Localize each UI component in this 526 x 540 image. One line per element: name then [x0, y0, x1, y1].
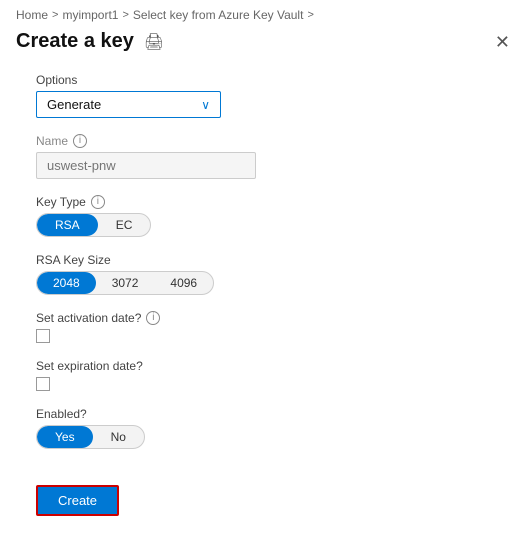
key-size-2048[interactable]: 2048 — [37, 272, 96, 294]
activation-date-label: Set activation date? i — [36, 311, 490, 325]
create-button[interactable]: Create — [36, 485, 119, 516]
enabled-no[interactable]: No — [93, 426, 144, 448]
panel-header: Create a key 🖨 ✕ — [0, 22, 526, 53]
form-footer: Create — [0, 465, 526, 516]
breadcrumb-home[interactable]: Home — [16, 8, 48, 22]
breadcrumb-myimport[interactable]: myimport1 — [62, 8, 118, 22]
expiration-date-label: Set expiration date? — [36, 359, 490, 373]
key-size-3072[interactable]: 3072 — [96, 272, 155, 294]
breadcrumb-sep-1: > — [52, 9, 58, 21]
activation-date-checkbox[interactable] — [36, 329, 50, 343]
key-type-label: Key Type i — [36, 195, 490, 209]
breadcrumb-selectkey[interactable]: Select key from Azure Key Vault — [133, 8, 304, 22]
page-title: Create a key — [16, 30, 134, 53]
name-input[interactable] — [36, 152, 256, 179]
activation-date-group: Set activation date? i — [36, 311, 490, 343]
print-icon[interactable]: 🖨 — [144, 32, 164, 52]
key-type-ec[interactable]: EC — [98, 214, 151, 236]
enabled-label: Enabled? — [36, 407, 490, 421]
expiration-date-checkbox[interactable] — [36, 377, 50, 391]
create-key-panel: Home > myimport1 > Select key from Azure… — [0, 0, 526, 540]
key-type-group: Key Type i RSA EC — [36, 195, 490, 237]
key-type-toggle: RSA EC — [36, 213, 151, 237]
options-dropdown[interactable]: Generate ∨ — [36, 91, 221, 118]
rsa-key-size-group: RSA Key Size 2048 3072 4096 — [36, 253, 490, 295]
close-icon[interactable]: ✕ — [495, 33, 510, 51]
enabled-group: Enabled? Yes No — [36, 407, 490, 449]
rsa-key-size-label: RSA Key Size — [36, 253, 490, 267]
form-body: Options Generate ∨ Name i Key Type i RSA — [0, 53, 526, 449]
activation-info-icon[interactable]: i — [146, 311, 160, 325]
enabled-yes[interactable]: Yes — [37, 426, 93, 448]
options-value: Generate — [47, 97, 101, 112]
header-left: Create a key 🖨 — [16, 30, 164, 53]
rsa-key-size-toggle: 2048 3072 4096 — [36, 271, 214, 295]
breadcrumb-sep-2: > — [122, 9, 128, 21]
breadcrumb-sep-3: > — [307, 9, 313, 21]
options-label: Options — [36, 73, 490, 87]
key-size-4096[interactable]: 4096 — [154, 272, 213, 294]
name-label: Name i — [36, 134, 490, 148]
key-type-rsa[interactable]: RSA — [37, 214, 98, 236]
name-info-icon[interactable]: i — [73, 134, 87, 148]
chevron-down-icon: ∨ — [201, 98, 210, 112]
breadcrumb: Home > myimport1 > Select key from Azure… — [0, 0, 526, 22]
expiration-date-group: Set expiration date? — [36, 359, 490, 391]
options-group: Options Generate ∨ — [36, 73, 490, 118]
name-group: Name i — [36, 134, 490, 179]
enabled-toggle: Yes No — [36, 425, 145, 449]
key-type-info-icon[interactable]: i — [91, 195, 105, 209]
